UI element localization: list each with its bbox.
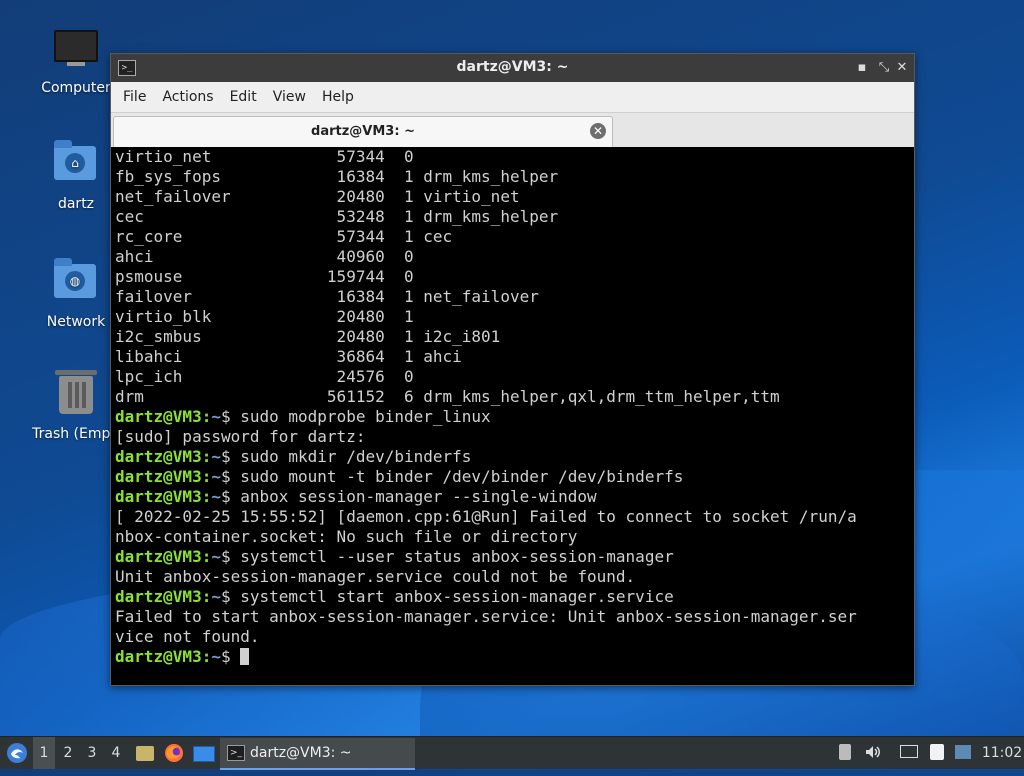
terminal-output-line: Failed to start anbox-session-manager.se…	[115, 607, 857, 626]
menu-help[interactable]: Help	[314, 89, 362, 105]
command-text: anbox session-manager --single-window	[240, 487, 597, 506]
terminal-tab[interactable]: dartz@VM3: ~ ✕	[113, 116, 613, 147]
firefox-launcher[interactable]	[162, 737, 186, 769]
taskbar: 1 2 3 4 >_ dartz@VM3: ~ 11:02	[0, 736, 1024, 770]
prompt-symbol: $	[220, 447, 241, 466]
start-menu-button[interactable]	[4, 737, 30, 769]
terminal-text: virtio_net 57344 0 fb_sys_fops 16384 1 dr…	[111, 147, 914, 667]
clipboard-icon[interactable]	[836, 743, 854, 761]
prompt-user: dartz@VM3:	[115, 547, 212, 566]
prompt-path: ~	[211, 407, 221, 426]
terminal-command-line: dartz@VM3:~$	[115, 647, 914, 667]
terminal-command-line: dartz@VM3:~$ anbox session-manager --sin…	[115, 487, 914, 507]
workspace-3[interactable]: 3	[81, 737, 103, 769]
terminal-output-line: drm 561152 6 drm_kms_helper,qxl,drm_ttm_…	[115, 387, 780, 406]
command-text: sudo mkdir /dev/binderfs	[240, 447, 472, 466]
prompt-path: ~	[211, 587, 221, 606]
tab-title: dartz@VM3: ~	[311, 124, 415, 139]
workspace-4[interactable]: 4	[105, 737, 127, 769]
prompt-path: ~	[211, 487, 221, 506]
prompt-symbol: $	[220, 467, 241, 486]
command-text: systemctl start anbox-session-manager.se…	[240, 587, 674, 606]
terminal-output-line: virtio_blk 20480 1	[115, 307, 414, 326]
terminal-command-line: dartz@VM3:~$ sudo mount -t binder /dev/b…	[115, 467, 914, 487]
firefox-icon	[165, 744, 183, 762]
trash-icon	[54, 370, 98, 420]
menu-file[interactable]: File	[115, 89, 154, 105]
terminal-command-line: dartz@VM3:~$ sudo mkdir /dev/binderfs	[115, 447, 914, 467]
menu-bar: File Actions Edit View Help	[111, 82, 914, 113]
terminal-output-line: i2c_smbus 20480 1 i2c_i801	[115, 327, 501, 346]
terminal-output-line: nbox-container.socket: No such file or d…	[115, 527, 578, 546]
minimize-button[interactable]: ▪	[852, 58, 872, 78]
terminal-output-line: failover 16384 1 net_failover	[115, 287, 539, 306]
network-folder-icon: ◍	[54, 258, 98, 308]
prompt-path: ~	[211, 447, 221, 466]
home-folder-icon: ⌂	[54, 140, 98, 190]
terminal-output-line: [ 2022-02-25 15:55:52] [daemon.cpp:61@Ru…	[115, 507, 857, 526]
terminal-output-line: libahci 36864 1 ahci	[115, 347, 462, 366]
terminal-output-line: fb_sys_fops 16384 1 drm_kms_helper	[115, 167, 559, 186]
network-status-icon[interactable]	[900, 743, 918, 761]
terminal-output-line: cec 53248 1 drm_kms_helper	[115, 207, 559, 226]
terminal-command-line: dartz@VM3:~$ systemctl start anbox-sessi…	[115, 587, 914, 607]
command-text: sudo mount -t binder /dev/binder /dev/bi…	[240, 467, 684, 486]
prompt-path: ~	[211, 647, 221, 666]
prompt-user: dartz@VM3:	[115, 647, 212, 666]
terminal-output-line: ahci 40960 0	[115, 247, 414, 266]
terminal-task-icon: >_	[227, 745, 245, 761]
terminal-output-line: net_failover 20480 1 virtio_net	[115, 187, 520, 206]
menu-view[interactable]: View	[265, 89, 314, 105]
terminal-output-line: psmouse 159744 0	[115, 267, 414, 286]
menu-edit[interactable]: Edit	[222, 89, 265, 105]
prompt-symbol: $	[220, 407, 241, 426]
show-desktop-launcher[interactable]	[192, 737, 216, 769]
terminal-cursor	[240, 648, 250, 665]
start-menu-icon	[7, 743, 27, 763]
prompt-symbol: $	[220, 647, 241, 666]
menu-actions[interactable]: Actions	[154, 89, 221, 105]
prompt-user: dartz@VM3:	[115, 487, 212, 506]
prompt-path: ~	[211, 467, 221, 486]
volume-icon[interactable]	[864, 743, 882, 761]
tab-close-icon[interactable]: ✕	[590, 123, 606, 139]
desktop-icon-label: Trash (Empt	[32, 426, 116, 442]
close-button[interactable]: ✕	[892, 58, 912, 78]
prompt-symbol: $	[220, 487, 241, 506]
prompt-user: dartz@VM3:	[115, 447, 212, 466]
terminal-output-line: virtio_net 57344 0	[115, 147, 414, 166]
file-manager-launcher[interactable]	[134, 737, 156, 769]
prompt-user: dartz@VM3:	[115, 467, 212, 486]
terminal-command-line: dartz@VM3:~$ sudo modprobe binder_linux	[115, 407, 914, 427]
tab-bar: dartz@VM3: ~ ✕	[111, 113, 914, 148]
terminal-command-line: dartz@VM3:~$ systemctl --user status anb…	[115, 547, 914, 567]
prompt-user: dartz@VM3:	[115, 587, 212, 606]
terminal-output-line: Unit anbox-session-manager.service could…	[115, 567, 636, 586]
window-title: dartz@VM3: ~	[456, 59, 569, 75]
workspace-1[interactable]: 1	[33, 737, 55, 769]
prompt-path: ~	[211, 547, 221, 566]
terminal-output-line: lpc_ich 24576 0	[115, 367, 414, 386]
update-notifier-icon[interactable]	[954, 743, 972, 761]
task-label: dartz@VM3: ~	[250, 745, 352, 761]
computer-icon	[54, 30, 98, 74]
terminal-output-line: rc_core 57344 1 cec	[115, 227, 453, 246]
clock[interactable]: 11:02	[980, 737, 1024, 769]
taskbar-terminal-task[interactable]: >_ dartz@VM3: ~	[220, 738, 415, 770]
command-text: sudo modprobe binder_linux	[240, 407, 491, 426]
terminal-output[interactable]: virtio_net 57344 0 fb_sys_fops 16384 1 dr…	[111, 147, 914, 685]
command-text: systemctl --user status anbox-session-ma…	[240, 547, 674, 566]
notes-icon[interactable]	[928, 743, 946, 761]
terminal-window[interactable]: >_ dartz@VM3: ~ ▪ ⤡ ✕ File Actions Edit …	[110, 53, 915, 686]
desktop-icon	[193, 746, 215, 762]
file-manager-icon	[136, 746, 154, 761]
maximize-button[interactable]: ⤡	[874, 58, 894, 78]
terminal-output-line: [sudo] password for dartz:	[115, 427, 366, 446]
workspace-2[interactable]: 2	[57, 737, 79, 769]
terminal-output-line: vice not found.	[115, 627, 260, 646]
prompt-symbol: $	[220, 587, 241, 606]
prompt-user: dartz@VM3:	[115, 407, 212, 426]
prompt-symbol: $	[220, 547, 241, 566]
window-titlebar[interactable]: >_ dartz@VM3: ~ ▪ ⤡ ✕	[111, 54, 914, 82]
